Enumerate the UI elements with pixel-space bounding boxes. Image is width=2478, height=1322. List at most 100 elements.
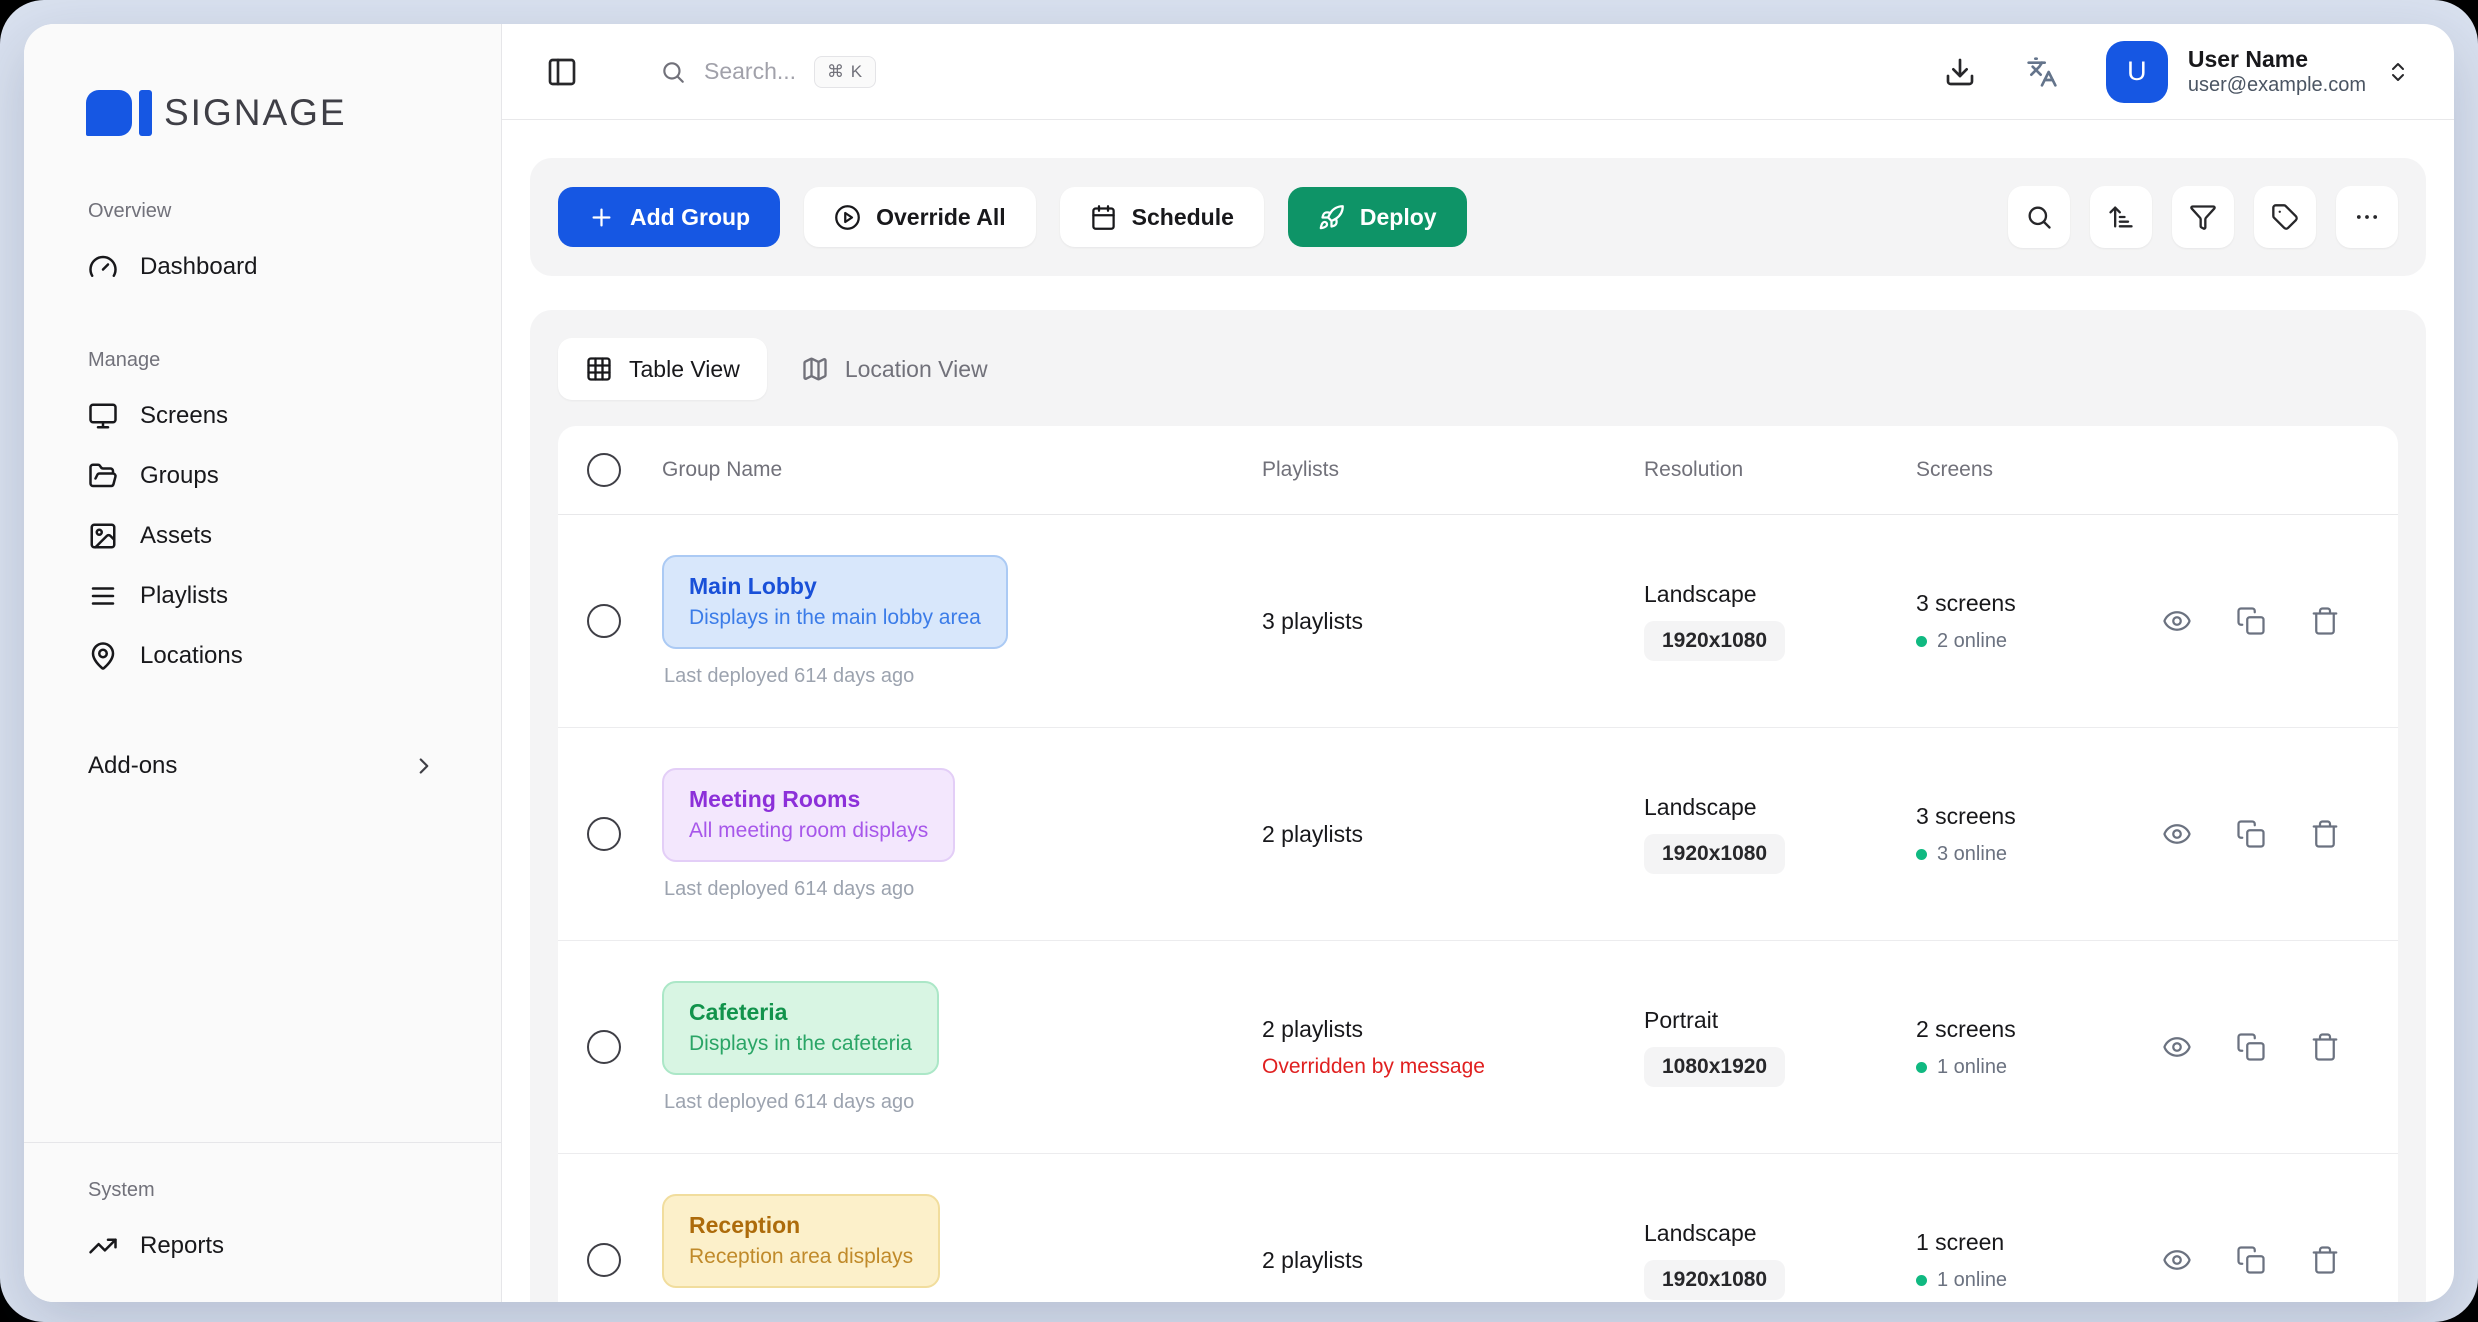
group-card[interactable]: Main Lobby Displays in the main lobby ar…	[662, 555, 1008, 649]
sidebar-item-groups[interactable]: Groups	[54, 446, 471, 506]
group-description: Displays in the cafeteria	[689, 1031, 912, 1057]
sidebar-item-playlists[interactable]: Playlists	[54, 566, 471, 626]
group-card[interactable]: Reception Reception area displays	[662, 1194, 940, 1288]
table-row: Reception Reception area displays Last d…	[558, 1154, 2398, 1302]
chevrons-up-down-icon	[2386, 60, 2410, 84]
view-button[interactable]	[2162, 606, 2192, 636]
group-name: Meeting Rooms	[689, 785, 928, 814]
trash-icon	[2310, 606, 2340, 636]
online-dot	[1916, 1275, 1927, 1286]
screens-count: 1 screen	[1916, 1229, 2154, 1256]
view-button[interactable]	[2162, 819, 2192, 849]
page-content: Add Group Override All Schedule Deploy	[502, 120, 2454, 1302]
eye-icon	[2162, 606, 2192, 636]
sidebar-item-locations[interactable]: Locations	[54, 626, 471, 686]
download-button[interactable]	[1944, 56, 1976, 88]
trending-up-icon	[88, 1231, 118, 1261]
group-actions-toolbar: Add Group Override All Schedule Deploy	[530, 158, 2426, 276]
tags-button[interactable]	[2254, 186, 2316, 248]
sidebar-item-screens[interactable]: Screens	[54, 386, 471, 446]
screens-count: 3 screens	[1916, 803, 2154, 830]
search-placeholder: Search...	[704, 58, 796, 85]
screen: PI SIGNAGE Overview Dashboard Manage Scr…	[0, 0, 2478, 1322]
online-count: 1 online	[1937, 1269, 2007, 1292]
column-resolution: Resolution	[1632, 458, 1904, 482]
online-dot	[1916, 1062, 1927, 1073]
pisignage-logo-icon: PI	[86, 90, 152, 136]
playlists-count: 2 playlists	[1262, 821, 1632, 848]
deploy-button[interactable]: Deploy	[1288, 187, 1467, 247]
toolbar-icon-group	[2008, 186, 2398, 248]
view-button[interactable]	[2162, 1245, 2192, 1275]
delete-button[interactable]	[2310, 1032, 2340, 1062]
table-header-row: Group Name Playlists Resolution Screens	[558, 426, 2398, 515]
language-button[interactable]	[2026, 56, 2058, 88]
delete-button[interactable]	[2310, 606, 2340, 636]
sidebar-item-dashboard[interactable]: Dashboard	[54, 237, 471, 297]
last-deployed: Last deployed 614 days ago	[664, 1091, 1250, 1114]
duplicate-button[interactable]	[2236, 1245, 2266, 1275]
group-card[interactable]: Meeting Rooms All meeting room displays	[662, 768, 955, 862]
online-count: 1 online	[1937, 1056, 2007, 1079]
more-button[interactable]	[2336, 186, 2398, 248]
row-checkbox[interactable]	[587, 1243, 621, 1277]
table-row: Cafeteria Displays in the cafeteria Last…	[558, 941, 2398, 1154]
sidebar-item-addons[interactable]: Add-ons	[54, 738, 471, 794]
sort-button[interactable]	[2090, 186, 2152, 248]
tab-table-view[interactable]: Table View	[558, 338, 767, 400]
copy-icon	[2236, 606, 2266, 636]
duplicate-button[interactable]	[2236, 1032, 2266, 1062]
add-group-button[interactable]: Add Group	[558, 187, 780, 247]
calendar-icon	[1090, 204, 1117, 231]
eye-icon	[2162, 1245, 2192, 1275]
folder-open-icon	[88, 461, 118, 491]
row-checkbox[interactable]	[587, 604, 621, 638]
section-label-system: System	[88, 1179, 471, 1202]
online-dot	[1916, 849, 1927, 860]
languages-icon	[2026, 56, 2058, 88]
panel-left-icon	[546, 56, 578, 88]
tab-location-view[interactable]: Location View	[781, 338, 1008, 400]
online-dot	[1916, 636, 1927, 647]
map-icon	[801, 355, 829, 383]
plus-icon	[588, 204, 615, 231]
delete-button[interactable]	[2310, 1245, 2340, 1275]
tag-icon	[2271, 203, 2299, 231]
resolution-badge: 1920x1080	[1644, 1260, 1785, 1300]
main-area: Search... ⌘ K U User Name user	[502, 24, 2454, 1302]
group-description: Reception area displays	[689, 1244, 913, 1270]
user-menu[interactable]: U User Name user@example.com	[2106, 41, 2410, 103]
trash-icon	[2310, 1032, 2340, 1062]
select-all-checkbox[interactable]	[587, 453, 621, 487]
table-row: Main Lobby Displays in the main lobby ar…	[558, 515, 2398, 728]
sidebar-toggle-button[interactable]	[546, 56, 578, 88]
view-button[interactable]	[2162, 1032, 2192, 1062]
group-card[interactable]: Cafeteria Displays in the cafeteria	[662, 981, 939, 1075]
table-icon	[585, 355, 613, 383]
section-label-overview: Overview	[88, 200, 471, 223]
groups-table: Group Name Playlists Resolution Screens	[558, 426, 2398, 1302]
user-name: User Name	[2188, 47, 2366, 71]
row-checkbox[interactable]	[587, 817, 621, 851]
delete-button[interactable]	[2310, 819, 2340, 849]
sidebar-item-assets[interactable]: Assets	[54, 506, 471, 566]
row-checkbox[interactable]	[587, 1030, 621, 1064]
resolution-badge: 1920x1080	[1644, 621, 1785, 661]
override-all-button[interactable]: Override All	[804, 187, 1036, 247]
sidebar-nav: Overview Dashboard Manage Screens Groups…	[24, 136, 501, 794]
group-description: All meeting room displays	[689, 818, 928, 844]
trash-icon	[2310, 1245, 2340, 1275]
map-pin-icon	[88, 641, 118, 671]
play-circle-icon	[834, 204, 861, 231]
filter-button[interactable]	[2172, 186, 2234, 248]
sidebar-item-reports[interactable]: Reports	[54, 1216, 471, 1276]
search-input[interactable]: Search... ⌘ K	[660, 56, 876, 88]
monitor-icon	[88, 401, 118, 431]
table-search-button[interactable]	[2008, 186, 2070, 248]
schedule-button[interactable]: Schedule	[1060, 187, 1264, 247]
chevron-right-icon	[411, 753, 437, 779]
duplicate-button[interactable]	[2236, 606, 2266, 636]
search-shortcut-badge: ⌘ K	[814, 56, 876, 88]
copy-icon	[2236, 819, 2266, 849]
duplicate-button[interactable]	[2236, 819, 2266, 849]
